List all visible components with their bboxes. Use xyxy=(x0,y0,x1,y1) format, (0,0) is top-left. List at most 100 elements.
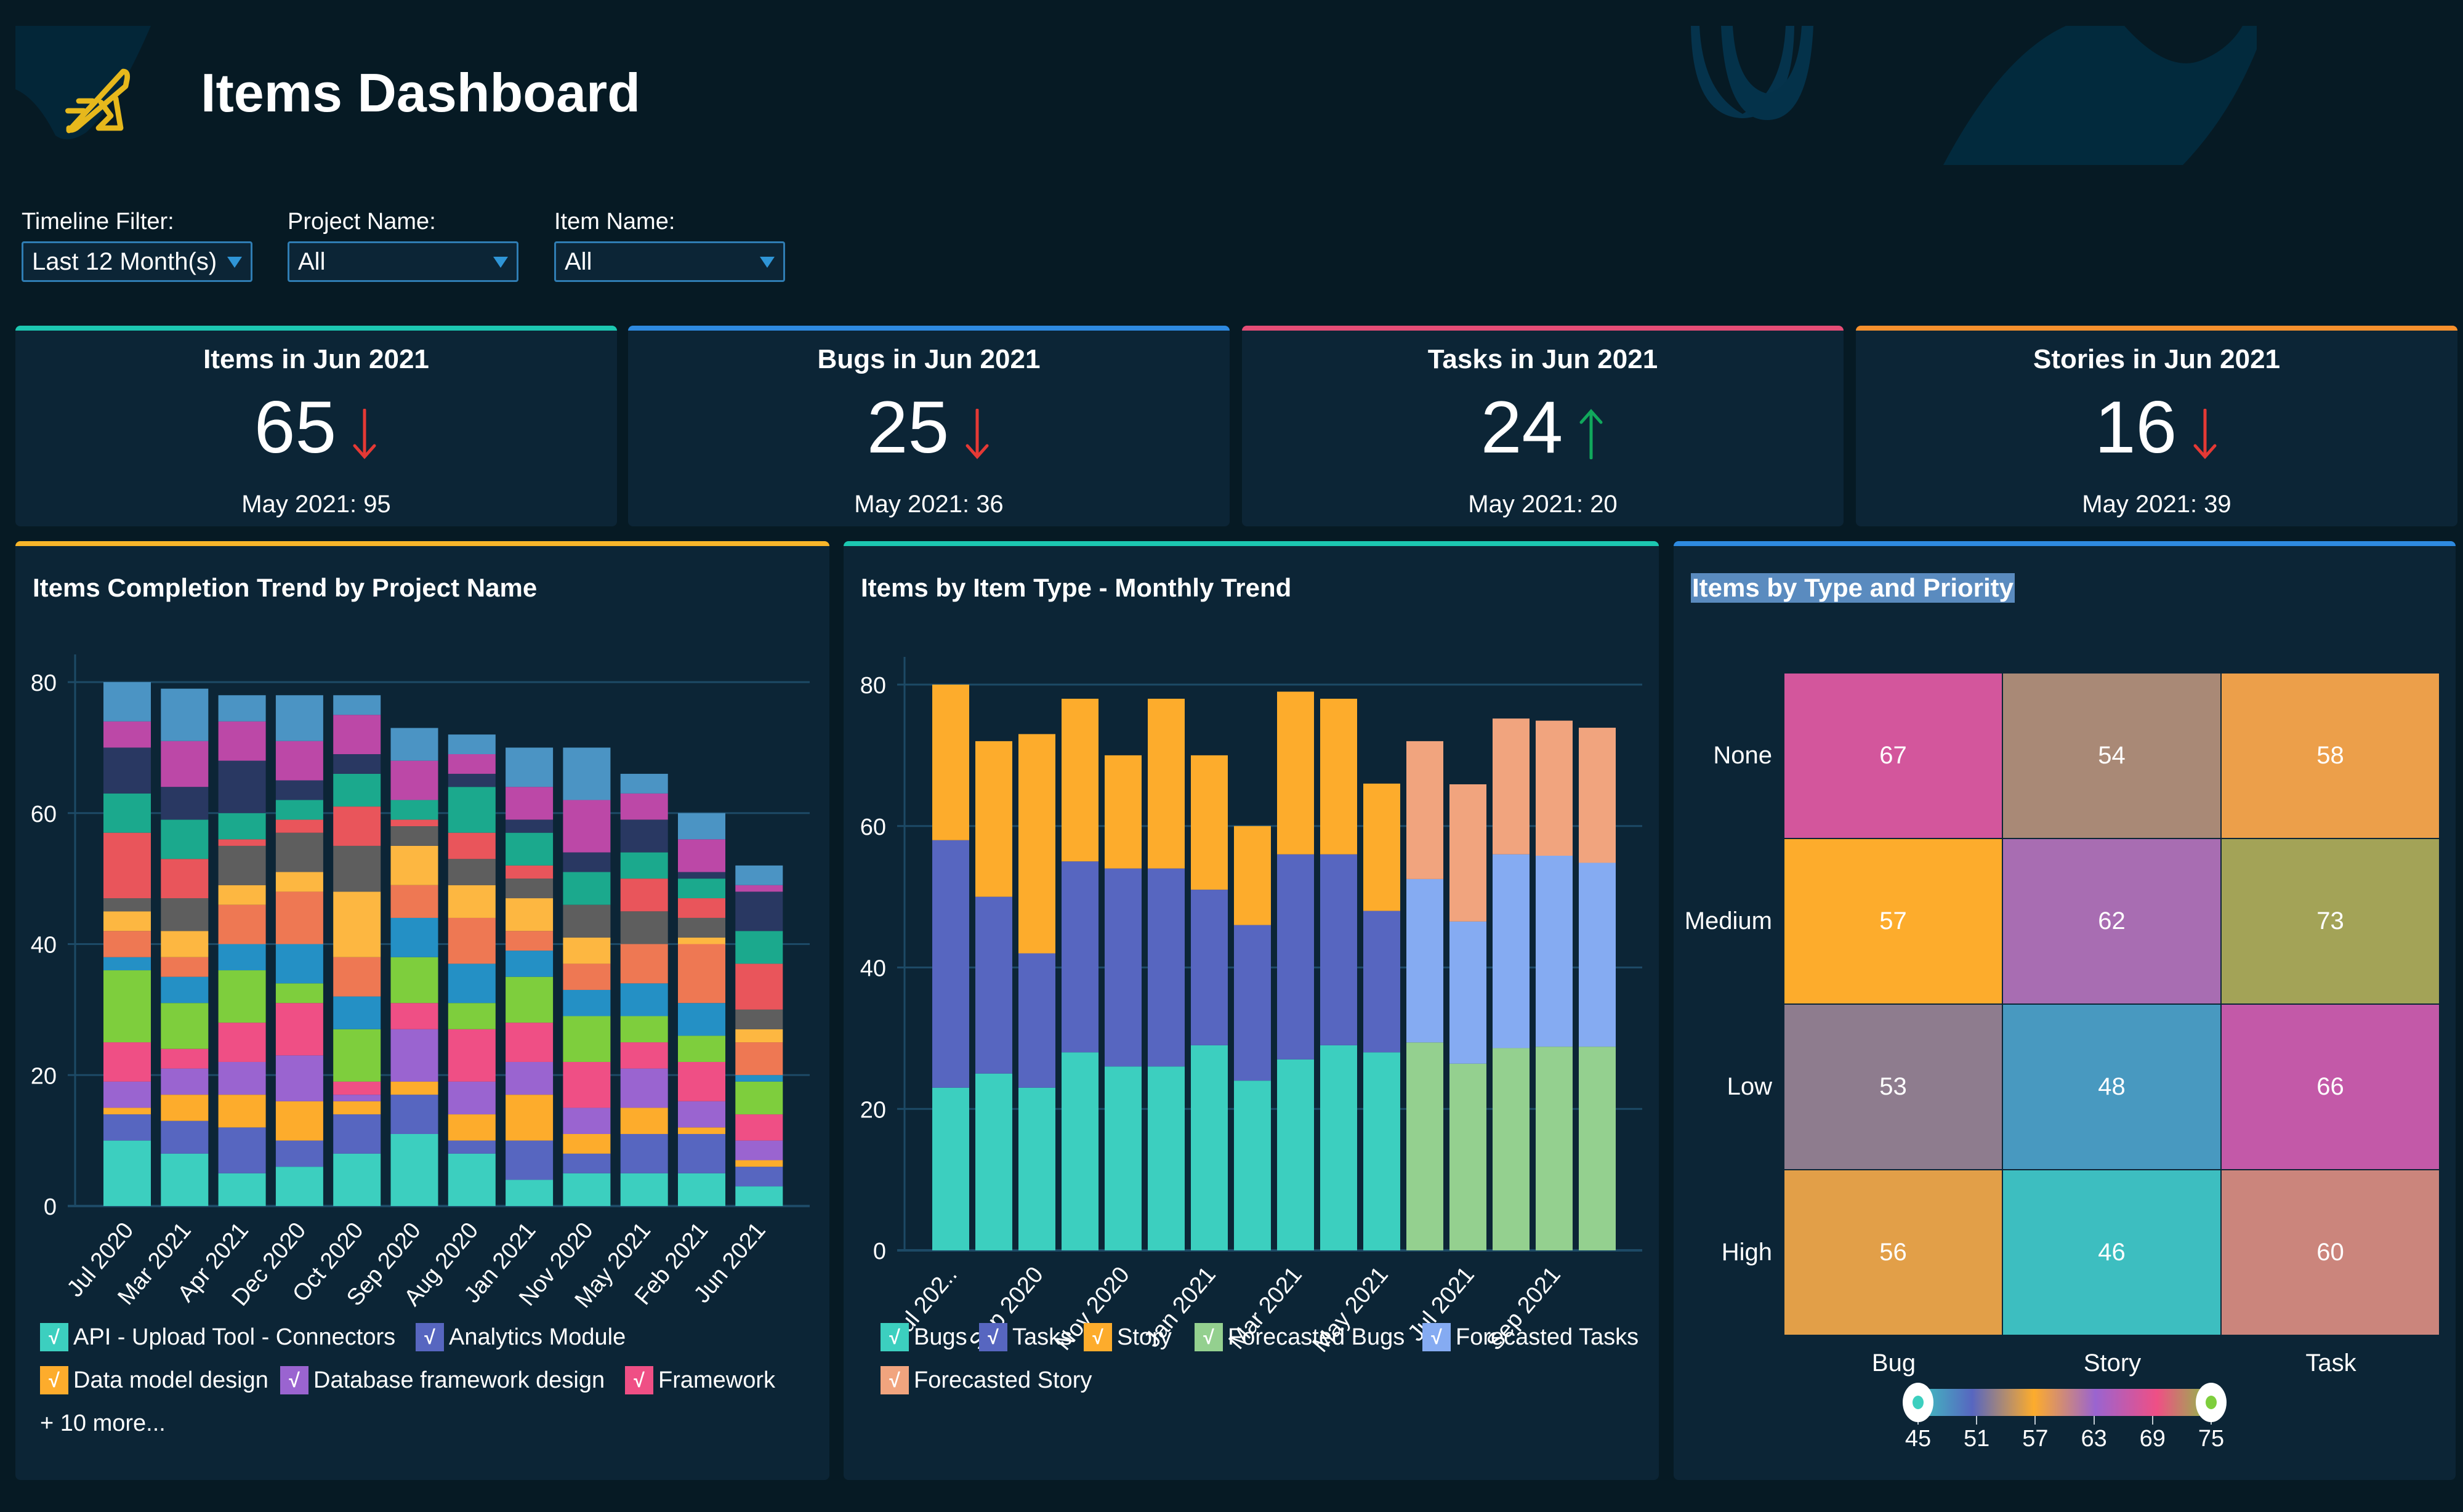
bar-segment[interactable] xyxy=(1579,728,1616,863)
bar-segment[interactable] xyxy=(161,787,209,820)
legend-item[interactable]: √ Forecasted Story xyxy=(881,1366,1092,1394)
bar-stack[interactable] xyxy=(1320,698,1357,1250)
bar-segment[interactable] xyxy=(1493,718,1530,855)
bar-segment[interactable] xyxy=(1148,868,1185,1067)
heatmap-cell[interactable]: 54 xyxy=(2003,674,2220,838)
bar-segment[interactable] xyxy=(103,832,151,899)
bar-segment[interactable] xyxy=(103,747,151,794)
bar-segment[interactable] xyxy=(506,1061,554,1095)
bar-segment[interactable] xyxy=(563,800,611,853)
bar-segment[interactable] xyxy=(1449,1063,1486,1250)
bar-segment[interactable] xyxy=(735,931,783,964)
bar-segment[interactable] xyxy=(103,721,151,748)
bar-stack[interactable] xyxy=(678,813,725,1206)
bar-stack[interactable] xyxy=(620,773,668,1206)
bar-segment[interactable] xyxy=(103,957,151,971)
bar-segment[interactable] xyxy=(1363,1052,1400,1250)
bar-segment[interactable] xyxy=(448,1003,496,1029)
bar-segment[interactable] xyxy=(161,741,209,787)
bar-segment[interactable] xyxy=(678,1173,725,1206)
bar-segment[interactable] xyxy=(161,1068,209,1095)
bar-segment[interactable] xyxy=(1406,879,1443,1043)
bar-stack[interactable] xyxy=(103,682,151,1206)
bar-segment[interactable] xyxy=(390,957,438,1003)
bar-segment[interactable] xyxy=(506,747,554,787)
bar-segment[interactable] xyxy=(161,1003,209,1049)
bar-stack[interactable] xyxy=(1536,720,1573,1250)
bar-segment[interactable] xyxy=(506,1023,554,1062)
bar-segment[interactable] xyxy=(563,904,611,938)
bar-segment[interactable] xyxy=(333,773,381,807)
bar-segment[interactable] xyxy=(390,760,438,800)
bar-segment[interactable] xyxy=(218,1095,266,1128)
bar-segment[interactable] xyxy=(333,1114,381,1154)
bar-segment[interactable] xyxy=(218,695,266,722)
legend-item[interactable]: √ Story xyxy=(1084,1323,1172,1351)
bar-stack[interactable] xyxy=(161,688,209,1206)
bar-segment[interactable] xyxy=(506,787,554,820)
legend-item[interactable]: √ Bugs xyxy=(881,1323,967,1351)
bar-segment[interactable] xyxy=(103,911,151,931)
bar-segment[interactable] xyxy=(563,1061,611,1108)
bar-segment[interactable] xyxy=(620,911,668,944)
bar-segment[interactable] xyxy=(678,1035,725,1062)
bar-segment[interactable] xyxy=(620,1173,668,1206)
bar-segment[interactable] xyxy=(390,728,438,761)
bar-segment[interactable] xyxy=(1105,755,1142,869)
bar-segment[interactable] xyxy=(506,1140,554,1180)
bar-segment[interactable] xyxy=(1536,720,1573,856)
bar-segment[interactable] xyxy=(1277,691,1314,855)
checkbox-checked-icon[interactable]: √ xyxy=(416,1323,444,1351)
bar-segment[interactable] xyxy=(275,832,323,872)
checkbox-checked-icon[interactable]: √ xyxy=(881,1366,909,1394)
color-scale-max-handle[interactable] xyxy=(2196,1383,2227,1422)
bar-segment[interactable] xyxy=(103,898,151,912)
bar-segment[interactable] xyxy=(218,944,266,971)
bar-segment[interactable] xyxy=(678,1101,725,1128)
bar-segment[interactable] xyxy=(1148,1066,1185,1250)
heatmap-cell[interactable]: 60 xyxy=(2222,1170,2439,1335)
bar-segment[interactable] xyxy=(275,741,323,781)
bar-stack[interactable] xyxy=(1493,718,1530,1250)
bar-segment[interactable] xyxy=(103,1114,151,1141)
bar-segment[interactable] xyxy=(103,682,151,722)
bar-segment[interactable] xyxy=(678,944,725,1003)
bar-segment[interactable] xyxy=(563,747,611,800)
bar-segment[interactable] xyxy=(563,872,611,905)
bar-segment[interactable] xyxy=(620,1068,668,1108)
bar-segment[interactable] xyxy=(448,734,496,755)
bar-segment[interactable] xyxy=(1277,854,1314,1060)
bar-segment[interactable] xyxy=(1191,890,1228,1045)
bar-segment[interactable] xyxy=(218,839,266,846)
heatmap-cell[interactable]: 48 xyxy=(2003,1005,2220,1169)
bar-segment[interactable] xyxy=(1018,1087,1055,1250)
bar-segment[interactable] xyxy=(161,859,209,899)
legend-item[interactable]: √ Framework xyxy=(625,1366,775,1394)
bar-segment[interactable] xyxy=(333,695,381,715)
bar-stack[interactable] xyxy=(563,747,611,1206)
bar-stack[interactable] xyxy=(1406,741,1443,1250)
bar-segment[interactable] xyxy=(678,937,725,944)
heatmap-cell[interactable]: 73 xyxy=(2222,839,2439,1003)
bar-segment[interactable] xyxy=(1062,861,1098,1053)
checkbox-checked-icon[interactable]: √ xyxy=(40,1366,68,1394)
bar-segment[interactable] xyxy=(161,931,209,957)
bar-segment[interactable] xyxy=(735,1140,783,1160)
bar-segment[interactable] xyxy=(975,1073,1012,1250)
bar-segment[interactable] xyxy=(932,1087,969,1250)
bar-segment[interactable] xyxy=(1536,855,1573,1047)
bar-segment[interactable] xyxy=(333,891,381,957)
bar-segment[interactable] xyxy=(161,976,209,1003)
bar-segment[interactable] xyxy=(975,741,1012,897)
bar-segment[interactable] xyxy=(448,1140,496,1154)
bar-stack[interactable] xyxy=(1363,783,1400,1250)
bar-segment[interactable] xyxy=(932,685,969,840)
bar-segment[interactable] xyxy=(275,1003,323,1056)
heatmap-cell[interactable]: 56 xyxy=(1784,1170,2002,1335)
bar-stack[interactable] xyxy=(1449,784,1486,1250)
bar-segment[interactable] xyxy=(563,989,611,1016)
bar-segment[interactable] xyxy=(275,695,323,741)
bar-segment[interactable] xyxy=(218,885,266,905)
checkbox-checked-icon[interactable]: √ xyxy=(40,1323,68,1351)
bar-segment[interactable] xyxy=(1579,863,1616,1047)
